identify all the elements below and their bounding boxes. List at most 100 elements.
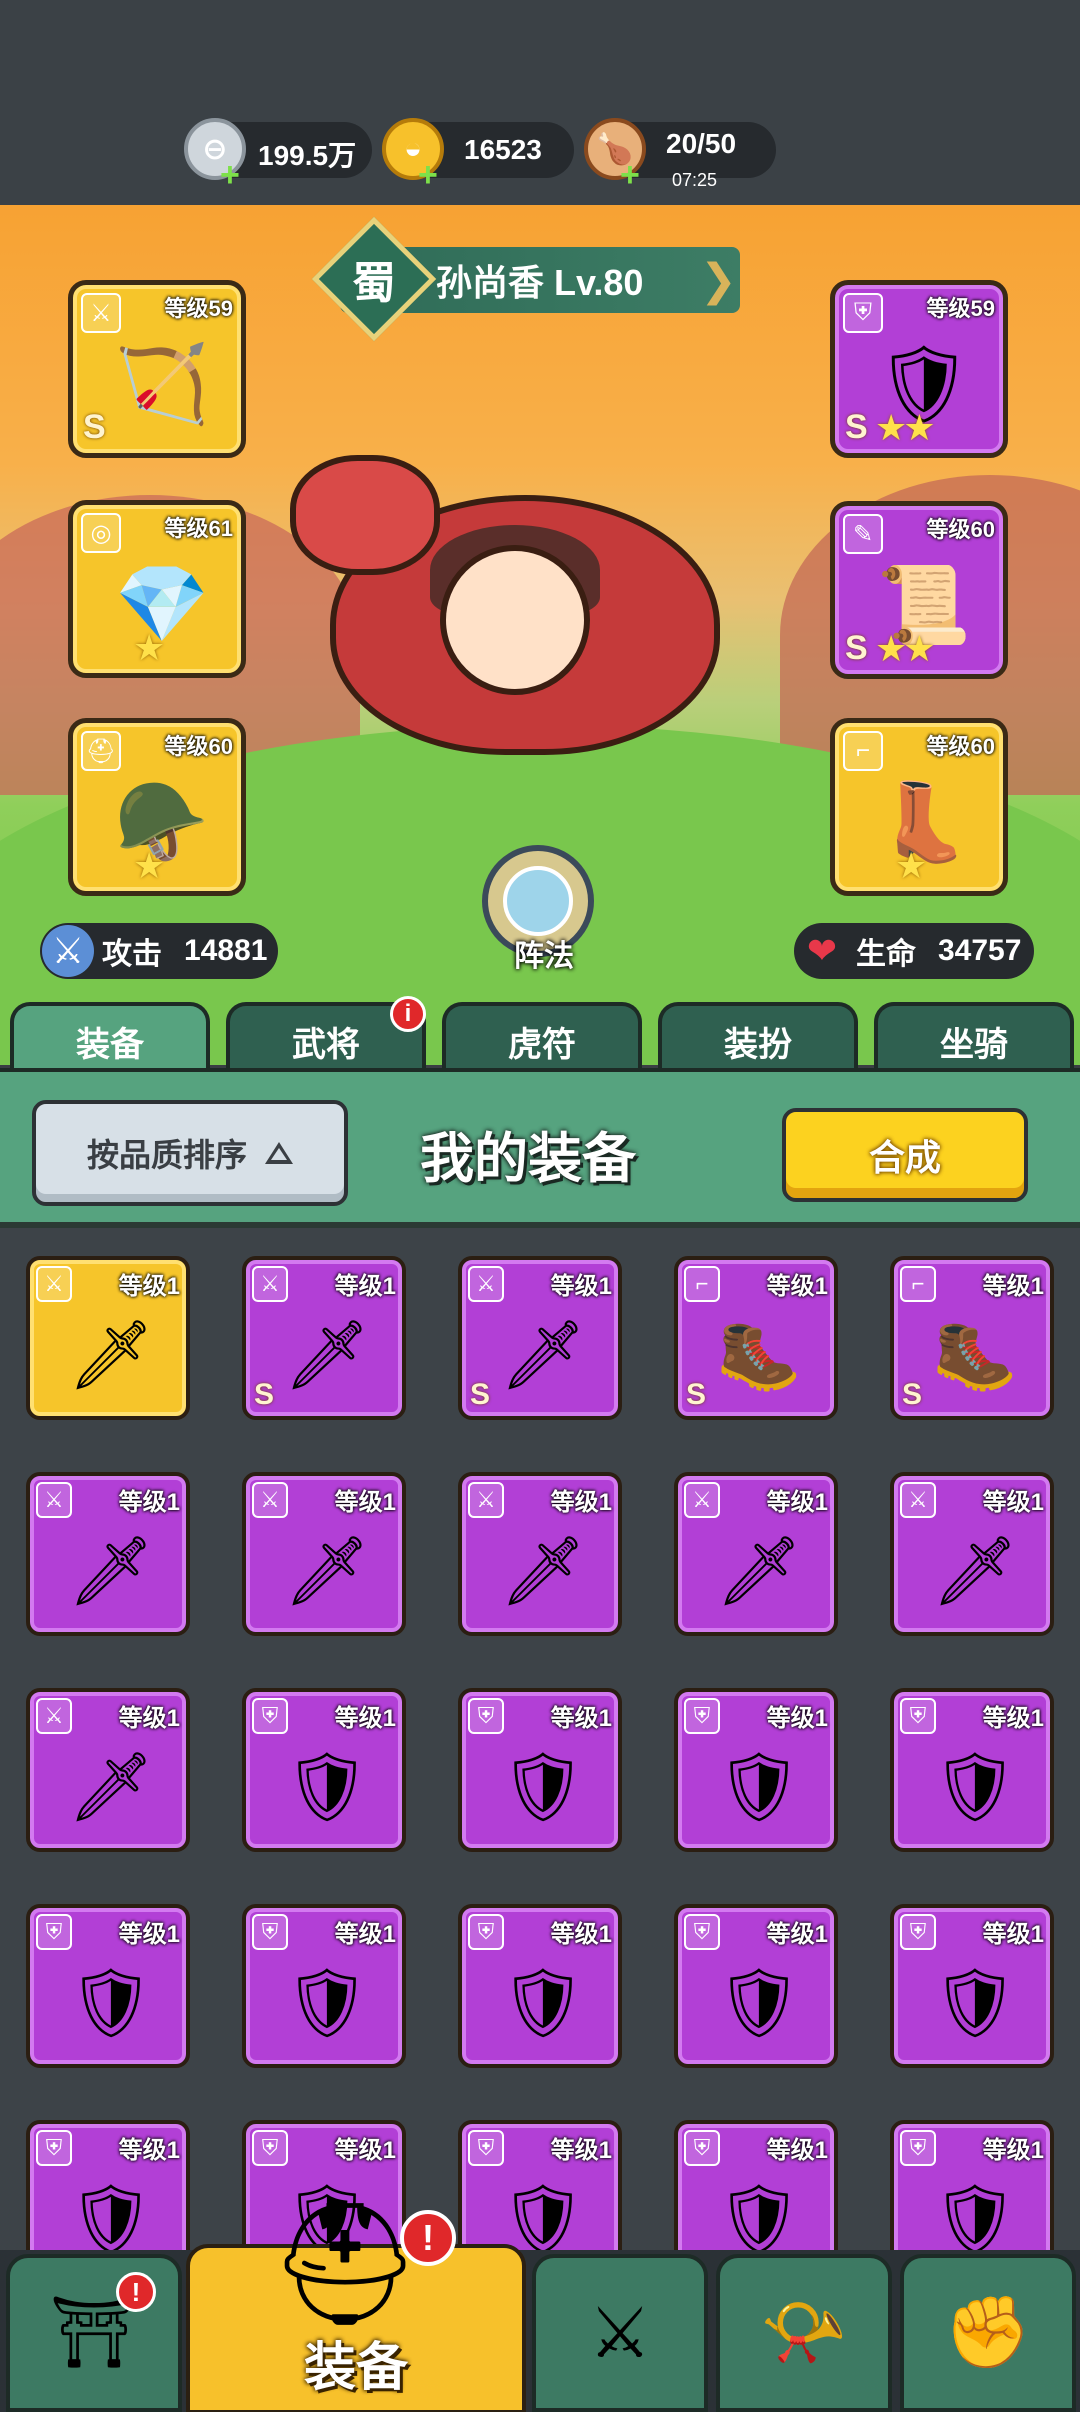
- item-level: 等级1: [982, 1921, 1044, 1948]
- item-level: 等级1: [118, 1705, 180, 1732]
- equipment-screen: ⊖ + 199.5万 ◒ + 16523 🍗 + 20/50 07:25 孙尚香…: [0, 0, 1080, 2412]
- inventory-item[interactable]: ⌐ 等级1 🥾 S: [890, 1256, 1054, 1420]
- triangle-up-icon: [265, 1142, 293, 1164]
- inventory-item[interactable]: ⛨ 等级1 🛡: [458, 2120, 622, 2258]
- inventory-item[interactable]: ⛨ 等级1 🛡: [26, 2120, 190, 2258]
- equip-slot-armor[interactable]: ⛨ 等级59 🛡 S ★★: [830, 280, 1008, 458]
- hero-character-portrait[interactable]: [290, 455, 770, 815]
- inventory-item[interactable]: ⚔ 等级1 🗡: [26, 1472, 190, 1636]
- formation-button[interactable]: 阵法: [482, 845, 594, 973]
- equipment-toolbar: 按品质排序 我的装备 合成: [0, 1068, 1080, 1228]
- armor-item-icon: 🛡: [715, 1749, 803, 1825]
- amulet-icon: 💎: [114, 562, 210, 647]
- silver-resource[interactable]: ⊖ + 199.5万: [184, 118, 372, 192]
- kingdom-label: 蜀: [352, 259, 396, 308]
- tab-label: 虎符: [508, 1025, 576, 1064]
- equip-level: 等级60: [926, 517, 995, 542]
- inventory-item[interactable]: ⛨ 等级1 🛡: [458, 1688, 622, 1852]
- inventory-item[interactable]: ⛨ 等级1 🛡: [674, 1688, 838, 1852]
- inventory-item[interactable]: ⛨ 等级1 🛡: [890, 1688, 1054, 1852]
- hero-panel: 孙尚香 Lv.80 蜀 ❯ ⚔ 等级59 🏹 S ◎ 等级61 💎 ★ ⛑ 等级…: [0, 205, 1080, 1065]
- inventory-item[interactable]: ⚔ 等级1 🗡: [26, 1688, 190, 1852]
- item-level: 等级1: [550, 1273, 612, 1300]
- add-stamina-icon[interactable]: +: [620, 158, 640, 192]
- equip-level: 等级61: [164, 516, 233, 541]
- inventory-item[interactable]: ⚔ 等级1 🗡: [242, 1472, 406, 1636]
- armor-item-icon: 🛡: [931, 1965, 1019, 2041]
- formation-label: 阵法: [514, 940, 574, 973]
- weapon-type-icon: ⚔: [468, 1266, 504, 1302]
- armor-type-icon: ⛨: [900, 1914, 936, 1950]
- inventory-item[interactable]: ⛨ 等级1 🛡: [890, 2120, 1054, 2258]
- sort-by-quality-button[interactable]: 按品质排序: [32, 1100, 348, 1206]
- inventory-item[interactable]: ⚔ 等级1 🗡: [26, 1256, 190, 1420]
- boots-type-icon: ⌐: [684, 1266, 720, 1302]
- gold-resource[interactable]: ◒ + 16523: [382, 118, 574, 192]
- tab-equipment[interactable]: 装备: [10, 1002, 210, 1076]
- inventory-item[interactable]: ⚔ 等级1 🗡: [890, 1472, 1054, 1636]
- item-level: 等级1: [118, 2137, 180, 2164]
- inventory-item[interactable]: ⛨ 等级1 🛡: [458, 1904, 622, 2068]
- tab-label: 装扮: [724, 1025, 792, 1064]
- nav-upgrade[interactable]: ✊: [900, 2254, 1076, 2412]
- gold-value: 16523: [464, 134, 542, 165]
- armor-type-icon: ⛨: [468, 2130, 504, 2166]
- armor-type-icon: ⛨: [252, 1914, 288, 1950]
- alert-badge-icon: !: [400, 2210, 456, 2266]
- inventory-item[interactable]: ⚔ 等级1 🗡 S: [458, 1256, 622, 1420]
- equip-slot-helmet[interactable]: ⛑ 等级60 🪖 ★: [68, 718, 246, 896]
- item-level: 等级1: [334, 2137, 396, 2164]
- inventory-item[interactable]: ⌐ 等级1 🥾 S: [674, 1256, 838, 1420]
- inventory-item[interactable]: ⚔ 等级1 🗡: [674, 1472, 838, 1636]
- armor-item-icon: 🛡: [931, 1749, 1019, 1825]
- tab-generals[interactable]: 武将 i: [226, 996, 426, 1076]
- equip-slot-weapon[interactable]: ⚔ 等级59 🏹 S: [68, 280, 246, 458]
- armor-item-icon: 🛡: [499, 1749, 587, 1825]
- weapon-item-icon: 🗡: [931, 1533, 1019, 1609]
- helmet-icon: ⛑: [268, 2197, 422, 2331]
- item-level: 等级1: [118, 1489, 180, 1516]
- add-silver-icon[interactable]: +: [220, 158, 240, 192]
- inventory-item[interactable]: ⛨ 等级1 🛡: [242, 1688, 406, 1852]
- equip-slot-accessory[interactable]: ◎ 等级61 💎 ★: [68, 500, 246, 678]
- inventory-item[interactable]: ⚔ 等级1 🗡: [458, 1472, 622, 1636]
- inventory-item[interactable]: ⛨ 等级1 🛡: [890, 1904, 1054, 2068]
- stamina-resource[interactable]: 🍗 + 20/50 07:25: [584, 118, 776, 192]
- bottom-navigation: ⛩ ! 装备 ⛑ ! ⚔ 📯 ✊: [0, 2197, 1080, 2412]
- item-level: 等级1: [982, 1489, 1044, 1516]
- inventory-item[interactable]: ⛨ 等级1 🛡: [674, 2120, 838, 2258]
- weapon-type-icon: ⚔: [684, 1482, 720, 1518]
- equip-slot-book[interactable]: ✎ 等级60 📜 S ★★: [830, 501, 1008, 679]
- nav-shop[interactable]: ⛩ !: [6, 2254, 182, 2412]
- tab-mount[interactable]: 坐骑: [874, 1002, 1074, 1076]
- tab-label: 武将: [292, 1025, 360, 1064]
- sort-label: 按品质排序: [86, 1137, 247, 1173]
- inventory-item[interactable]: ⚔ 等级1 🗡 S: [242, 1256, 406, 1420]
- weapon-item-icon: 🗡: [67, 1533, 155, 1609]
- stamina-value: 20/50: [666, 128, 737, 159]
- item-level: 等级1: [334, 1705, 396, 1732]
- weapon-type-icon: ⚔: [36, 1482, 72, 1518]
- armor-item-icon: 🛡: [67, 2181, 155, 2257]
- nav-battle[interactable]: ⚔: [532, 2254, 708, 2412]
- equip-stars: ★: [895, 845, 927, 886]
- synthesize-button[interactable]: 合成: [782, 1108, 1028, 1202]
- item-level: 等级1: [766, 2137, 828, 2164]
- stamina-timer: 07:25: [672, 170, 718, 190]
- crossed-swords-shield-icon: ⚔: [588, 2294, 652, 2372]
- item-level: 等级1: [982, 1705, 1044, 1732]
- tab-tiger-tally[interactable]: 虎符: [442, 1002, 642, 1076]
- inventory-item[interactable]: ⛨ 等级1 🛡: [674, 1904, 838, 2068]
- inventory-item[interactable]: ⛨ 等级1 🛡: [242, 1904, 406, 2068]
- nav-horn[interactable]: 📯: [716, 2254, 892, 2412]
- add-gold-icon[interactable]: +: [418, 158, 438, 192]
- armor-type-icon: ⛨: [252, 1698, 288, 1734]
- armor-item-icon: 🛡: [499, 1965, 587, 2041]
- armor-type-icon: ⛨: [900, 1698, 936, 1734]
- equip-slot-boots[interactable]: ⌐ 等级60 👢 ★: [830, 718, 1008, 896]
- fist-upgrade-icon: ✊: [944, 2293, 1032, 2371]
- tab-costume[interactable]: 装扮: [658, 1002, 858, 1076]
- boots-type-icon: ⌐: [900, 1266, 936, 1302]
- inventory-item[interactable]: ⛨ 等级1 🛡: [26, 1904, 190, 2068]
- item-level: 等级1: [766, 1273, 828, 1300]
